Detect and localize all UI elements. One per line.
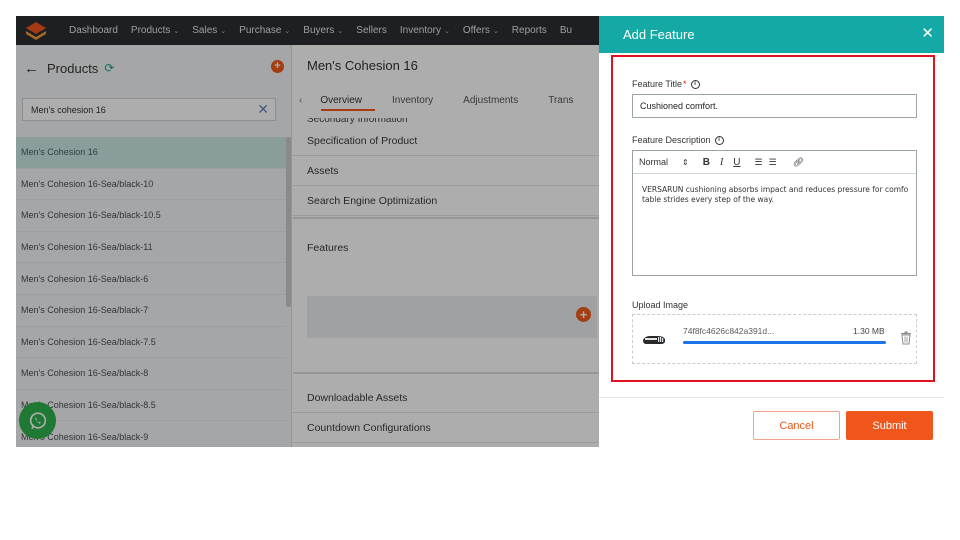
- description-text-area[interactable]: VERSARUN cushioning absorbs impact and r…: [642, 185, 910, 205]
- underline-button[interactable]: U: [733, 157, 740, 168]
- format-select[interactable]: Normal: [639, 157, 668, 167]
- required-mark: *: [683, 79, 687, 89]
- feature-title-label-text: Feature Title: [632, 79, 683, 89]
- link-icon[interactable]: 🔗︎: [793, 157, 804, 168]
- info-icon[interactable]: i: [714, 135, 724, 145]
- upload-progress-bar: [683, 341, 886, 344]
- feature-title-value: Cushioned comfort.: [640, 101, 719, 111]
- upload-image-label-text: Upload Image: [632, 300, 689, 310]
- select-caret-icon[interactable]: ⇕: [682, 158, 689, 167]
- info-icon[interactable]: i: [690, 79, 700, 89]
- upload-image-label: Upload Image: [632, 300, 688, 310]
- feature-description-label: Feature Description i: [632, 135, 724, 145]
- feature-description-editor: Normal ⇕ B I U ☰ ☰ 🔗︎ VERSARUN cushionin…: [632, 150, 917, 276]
- app-window: Dashboard Products ⌄ Sales ⌄ Purchase ⌄ Buy…: [16, 16, 944, 447]
- modal-backdrop[interactable]: [16, 16, 599, 447]
- feature-description-label-text: Feature Description: [632, 135, 711, 145]
- editor-toolbar: Normal ⇕ B I U ☰ ☰ 🔗︎: [633, 151, 916, 174]
- upload-progress-fill: [683, 341, 886, 344]
- feature-title-label: Feature Title * i: [632, 79, 700, 89]
- bold-button[interactable]: B: [703, 157, 710, 168]
- cancel-button[interactable]: Cancel: [753, 411, 840, 440]
- drawer-header: Add Feature ✕: [599, 16, 944, 53]
- upload-dropzone[interactable]: 74f8fc4626c842a391d... 1.30 MB: [632, 314, 917, 364]
- close-icon[interactable]: ✕: [921, 25, 934, 43]
- submit-button[interactable]: Submit: [846, 411, 933, 440]
- drawer-title: Add Feature: [623, 27, 695, 42]
- feature-title-input[interactable]: Cushioned comfort.: [632, 94, 917, 118]
- shoe-thumbnail-icon: [643, 336, 665, 344]
- divider: [599, 397, 944, 398]
- upload-file-name: 74f8fc4626c842a391d...: [683, 326, 775, 336]
- bullet-list-icon[interactable]: ☰: [769, 157, 777, 168]
- upload-file-size: 1.30 MB: [853, 326, 885, 336]
- add-feature-drawer: Add Feature ✕ Feature Title * i Cushione…: [599, 16, 944, 447]
- trash-icon[interactable]: [900, 331, 912, 345]
- ordered-list-icon[interactable]: ☰: [755, 157, 763, 168]
- italic-button[interactable]: I: [720, 157, 723, 168]
